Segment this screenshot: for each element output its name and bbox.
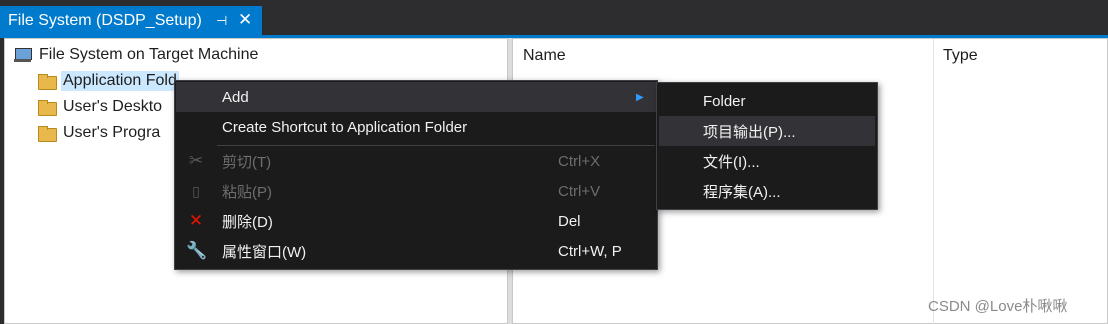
submenu-item-file[interactable]: 文件(I)... [659, 146, 875, 176]
context-menu: Add ▶ Create Shortcut to Application Fol… [174, 80, 658, 270]
menu-item-add[interactable]: Add ▶ [176, 82, 656, 112]
menu-item-cut[interactable]: ✂ 剪切(T) Ctrl+X [176, 146, 656, 176]
tree-item-label: Application Fold [61, 71, 179, 91]
menu-item-paste[interactable]: ▯ 粘贴(P) Ctrl+V [176, 176, 656, 206]
submenu-arrow-icon: ▶ [636, 91, 644, 103]
menu-item-label: 删除(D) [222, 213, 273, 231]
menu-item-create-shortcut[interactable]: Create Shortcut to Application Folder [176, 112, 656, 142]
tree-item-application-folder[interactable]: Application Fold [37, 69, 179, 93]
watermark-text: CSDN @Love朴啾啾 [928, 298, 1068, 315]
menu-item-properties[interactable]: 🔧 属性窗口(W) Ctrl+W, P [176, 236, 656, 266]
menu-item-shortcut: Del [558, 212, 581, 230]
tree-item-users-programs[interactable]: User's Progra [37, 121, 162, 145]
delete-x-icon: ✕ [188, 211, 204, 230]
column-header-type[interactable]: Type [943, 47, 978, 65]
close-icon[interactable]: ✕ [238, 10, 252, 30]
tree-item-users-desktop[interactable]: User's Deskto [37, 95, 164, 119]
submenu-item-folder[interactable]: Folder [659, 86, 875, 116]
tab-file-system[interactable]: File System (DSDP_Setup) ⊣ ✕ [0, 6, 262, 36]
column-divider[interactable] [933, 39, 934, 324]
tree-root[interactable]: File System on Target Machine [13, 43, 260, 67]
folder-open-icon [37, 73, 57, 90]
submenu-item-project-output[interactable]: 项目输出(P)... [659, 116, 875, 146]
scissors-icon: ✂ [188, 151, 204, 170]
tab-title: File System (DSDP_Setup) [8, 12, 202, 29]
column-header-name[interactable]: Name [523, 47, 566, 65]
computer-icon [13, 47, 33, 63]
add-submenu: Folder 项目输出(P)... 文件(I)... 程序集(A)... [656, 82, 878, 210]
pin-icon[interactable]: ⊣ [216, 13, 227, 29]
menu-item-label: Add [222, 88, 249, 106]
menu-item-shortcut: Ctrl+X [558, 152, 601, 170]
menu-item-label: Create Shortcut to Application Folder [222, 118, 468, 136]
menu-item-label: 剪切(T) [222, 153, 272, 171]
tree-root-label: File System on Target Machine [39, 46, 259, 63]
folder-icon [37, 99, 57, 116]
submenu-item-assembly[interactable]: 程序集(A)... [659, 176, 875, 206]
document-tab-strip: File System (DSDP_Setup) ⊣ ✕ [0, 0, 1108, 36]
tree-item-label: User's Progra [63, 124, 161, 141]
menu-item-shortcut: Ctrl+W, P [558, 242, 622, 260]
folder-icon [37, 125, 57, 142]
wrench-icon: 🔧 [186, 241, 208, 260]
menu-item-delete[interactable]: ✕ 删除(D) Del [176, 206, 656, 236]
menu-item-shortcut: Ctrl+V [558, 182, 601, 200]
tree-item-label: User's Deskto [63, 98, 163, 115]
clipboard-icon: ▯ [192, 182, 200, 199]
menu-item-label: 粘贴(P) [222, 183, 272, 201]
menu-item-label: 属性窗口(W) [222, 243, 307, 261]
